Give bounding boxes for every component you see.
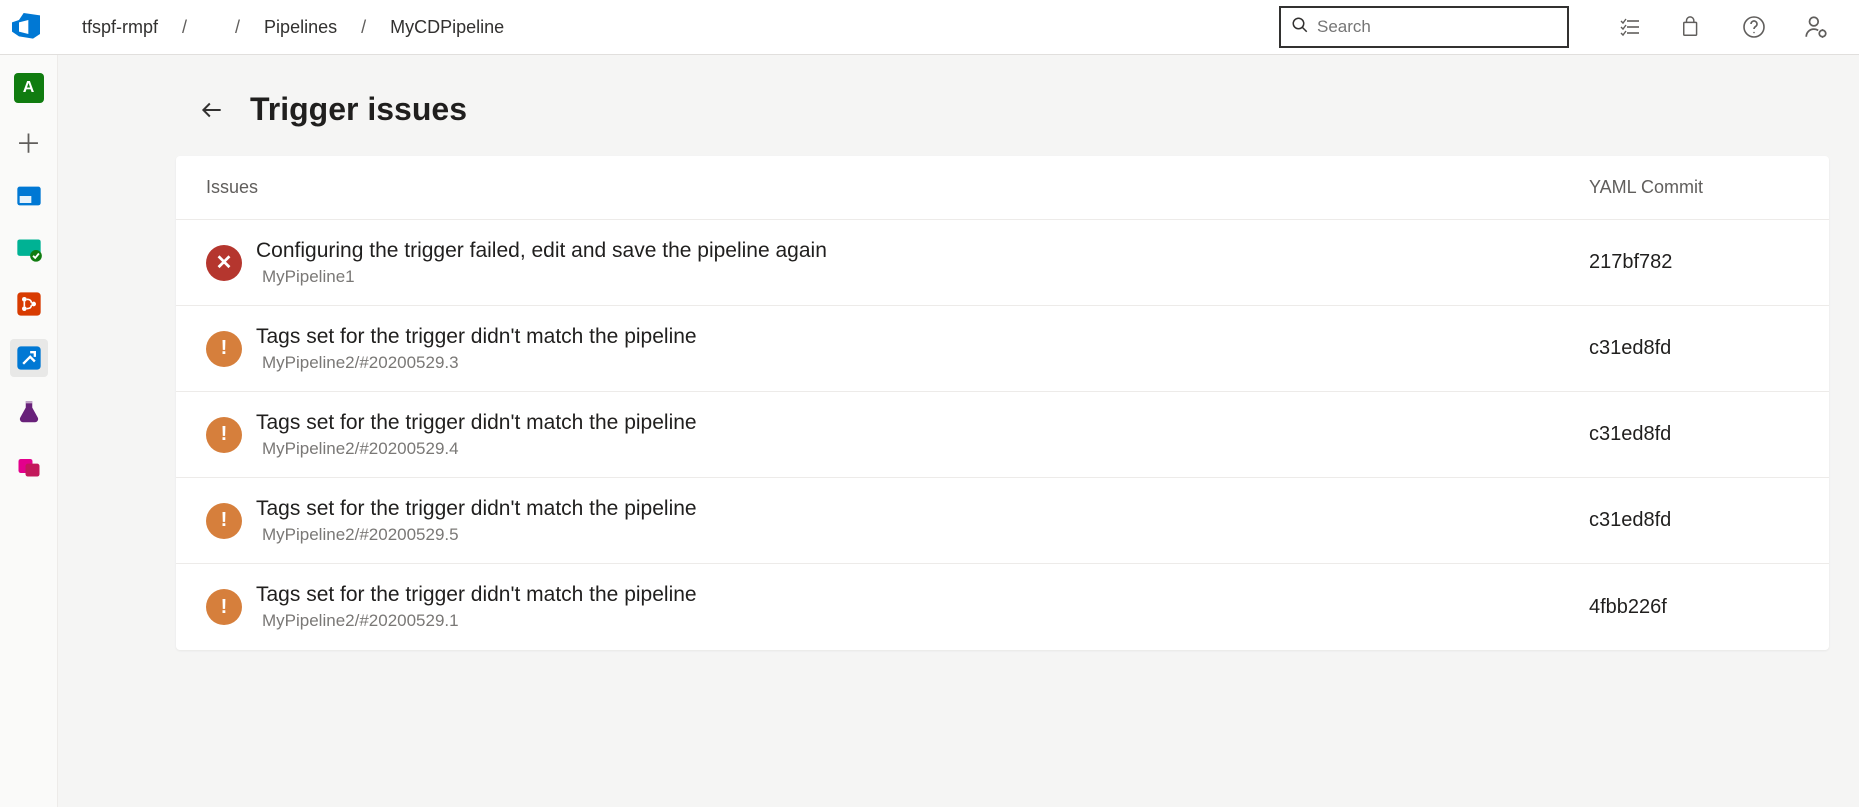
issue-text-cell: Tags set for the trigger didn't match th… <box>256 497 1589 545</box>
table-header: Issues YAML Commit <box>176 156 1829 220</box>
breadcrumb-item-pipeline-name[interactable]: MyCDPipeline <box>390 17 504 38</box>
warning-icon: ! <box>206 331 242 367</box>
breadcrumb-separator-icon: / <box>182 17 187 38</box>
table-row[interactable]: ! Tags set for the trigger didn't match t… <box>176 306 1829 392</box>
top-bar: tfspf-rmpf / / Pipelines / MyCDPipeline <box>0 0 1859 55</box>
warning-icon: ! <box>206 589 242 625</box>
issue-subtitle: MyPipeline2/#20200529.4 <box>256 439 1589 459</box>
issues-card: Issues YAML Commit ✕ Configuring the trig… <box>176 156 1829 650</box>
status-cell: ✕ <box>206 245 256 281</box>
project-avatar: A <box>14 73 44 103</box>
table-row[interactable]: ✕ Configuring the trigger failed, edit an… <box>176 220 1829 306</box>
help-icon[interactable] <box>1741 14 1767 40</box>
plus-icon: ＋ <box>15 124 41 161</box>
marketplace-icon[interactable] <box>1679 14 1705 40</box>
warning-icon: ! <box>206 417 242 453</box>
status-cell: ! <box>206 589 256 625</box>
left-rail: A ＋ <box>0 55 58 807</box>
commit-hash[interactable]: c31ed8fd <box>1589 423 1799 446</box>
issue-title: Tags set for the trigger didn't match th… <box>256 411 1589 435</box>
commit-hash[interactable]: 4fbb226f <box>1589 596 1799 619</box>
issue-text-cell: Configuring the trigger failed, edit and… <box>256 239 1589 287</box>
warning-icon: ! <box>206 503 242 539</box>
status-cell: ! <box>206 331 256 367</box>
column-header-issues[interactable]: Issues <box>206 177 1589 198</box>
page-title: Trigger issues <box>250 91 467 128</box>
breadcrumb: tfspf-rmpf / / Pipelines / MyCDPipeline <box>82 17 504 38</box>
rail-artifacts-icon[interactable] <box>10 447 48 485</box>
commit-hash[interactable]: c31ed8fd <box>1589 509 1799 532</box>
column-header-commit[interactable]: YAML Commit <box>1589 177 1799 198</box>
breadcrumb-separator-icon: / <box>235 17 240 38</box>
search-icon <box>1291 16 1309 39</box>
page-header: Trigger issues <box>58 55 1859 156</box>
issue-title: Configuring the trigger failed, edit and… <box>256 239 1589 263</box>
rail-project-tile[interactable]: A <box>10 69 48 107</box>
issue-text-cell: Tags set for the trigger didn't match th… <box>256 325 1589 373</box>
issue-text-cell: Tags set for the trigger didn't match th… <box>256 583 1589 631</box>
list-icon[interactable] <box>1617 14 1643 40</box>
error-icon: ✕ <box>206 245 242 281</box>
issue-text-cell: Tags set for the trigger didn't match th… <box>256 411 1589 459</box>
body: A ＋ Trigger issues Iss <box>0 55 1859 807</box>
commit-hash[interactable]: 217bf782 <box>1589 251 1799 274</box>
breadcrumb-separator-icon: / <box>361 17 366 38</box>
issue-subtitle: MyPipeline2/#20200529.5 <box>256 525 1589 545</box>
table-row[interactable]: ! Tags set for the trigger didn't match t… <box>176 564 1829 650</box>
issue-title: Tags set for the trigger didn't match th… <box>256 325 1589 349</box>
rail-repos-icon[interactable] <box>10 285 48 323</box>
issue-title: Tags set for the trigger didn't match th… <box>256 583 1589 607</box>
rail-boards-icon[interactable] <box>10 177 48 215</box>
search-box[interactable] <box>1279 6 1569 48</box>
table-body: ✕ Configuring the trigger failed, edit an… <box>176 220 1829 650</box>
user-settings-icon[interactable] <box>1803 14 1829 40</box>
rail-workitems-icon[interactable] <box>10 231 48 269</box>
status-cell: ! <box>206 503 256 539</box>
search-input[interactable] <box>1317 17 1557 37</box>
commit-hash[interactable]: c31ed8fd <box>1589 337 1799 360</box>
back-button[interactable] <box>198 96 226 124</box>
issue-title: Tags set for the trigger didn't match th… <box>256 497 1589 521</box>
table-row[interactable]: ! Tags set for the trigger didn't match t… <box>176 392 1829 478</box>
table-row[interactable]: ! Tags set for the trigger didn't match t… <box>176 478 1829 564</box>
status-cell: ! <box>206 417 256 453</box>
issue-subtitle: MyPipeline1 <box>256 267 1589 287</box>
top-bar-actions <box>1617 14 1829 40</box>
top-bar-left: tfspf-rmpf / / Pipelines / MyCDPipeline <box>12 13 504 41</box>
rail-new-button[interactable]: ＋ <box>10 123 48 161</box>
rail-pipelines-icon[interactable] <box>10 339 48 377</box>
breadcrumb-item-pipelines[interactable]: Pipelines <box>264 17 337 38</box>
issue-subtitle: MyPipeline2/#20200529.1 <box>256 611 1589 631</box>
breadcrumb-item-project[interactable]: tfspf-rmpf <box>82 17 158 38</box>
rail-test-plans-icon[interactable] <box>10 393 48 431</box>
issue-subtitle: MyPipeline2/#20200529.3 <box>256 353 1589 373</box>
main-content: Trigger issues Issues YAML Commit ✕ Confi… <box>58 55 1859 807</box>
azure-devops-logo-icon[interactable] <box>12 13 40 41</box>
